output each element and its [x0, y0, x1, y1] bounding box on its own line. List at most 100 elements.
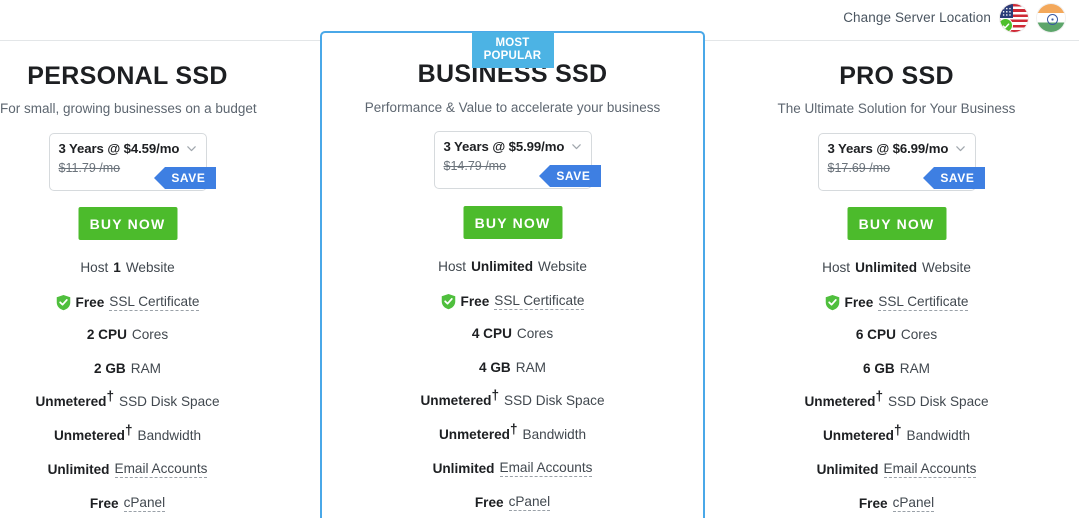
feature-text-emphasis: Unmetered†	[438, 420, 518, 442]
price-selector-business-ssd[interactable]: 3 Years @ $5.99/mo $14.79 /mo SAVE	[433, 131, 601, 189]
buy-now-button-personal-ssd[interactable]: BUY NOW	[78, 207, 177, 240]
chevron-down-icon[interactable]	[186, 141, 197, 159]
feature-item: 4 CPU Cores	[322, 326, 703, 341]
feature-text-post[interactable]: cPanel	[892, 495, 935, 512]
pricing-card-pro-ssd: PRO SSD The Ultimate Solution for Your Bu…	[760, 0, 1033, 518]
feature-item: Free cPanel	[322, 494, 703, 511]
price-term-label: 3 Years @ $5.99/mo	[443, 139, 565, 154]
feature-text-post: Website	[125, 260, 175, 275]
feature-text-post[interactable]: Email Accounts	[883, 461, 977, 478]
chevron-down-icon[interactable]	[571, 139, 582, 157]
dagger-footnote-marker: †	[124, 421, 133, 437]
feature-text-emphasis: Unmetered†	[53, 421, 133, 443]
feature-item: Host 1 Website	[0, 260, 255, 275]
feature-text-emphasis: Unlimited	[47, 462, 110, 477]
price-term-label: 3 Years @ $4.59/mo	[58, 141, 180, 156]
feature-text-emphasis: 6 GB	[863, 360, 895, 376]
most-popular-badge: MOST POPULAR	[471, 32, 554, 68]
feature-text-post[interactable]: Email Accounts	[499, 460, 593, 477]
plan-title-personal-ssd: PERSONAL SSD	[27, 62, 228, 90]
feature-text-post: Bandwidth	[137, 427, 202, 443]
feature-text-emphasis: Free	[75, 294, 105, 310]
feature-text-emphasis: Free	[89, 495, 119, 511]
feature-text-post: Bandwidth	[906, 427, 971, 443]
feature-text-emphasis: Free	[460, 293, 490, 309]
feature-text-post: Cores	[900, 327, 938, 342]
feature-item: Host Unlimited Website	[322, 259, 703, 274]
feature-text-emphasis: 1	[113, 260, 121, 275]
feature-text-emphasis: Unlimited	[816, 462, 879, 477]
feature-item: Free SSL Certificate	[0, 294, 255, 311]
pricing-card-business-ssd: MOST POPULAR BUSINESS SSD Performance & Val…	[320, 31, 705, 518]
feature-item: Host Unlimited Website	[760, 260, 1033, 275]
feature-item: Unlimited Email Accounts	[322, 460, 703, 477]
pricing-cards: PERSONAL SSD For small, growing businesse…	[0, 0, 1079, 518]
feature-item: Free cPanel	[0, 495, 255, 512]
feature-item: 6 CPU Cores	[760, 327, 1033, 342]
dagger-footnote-marker: †	[106, 388, 115, 404]
feature-text-post[interactable]: SSL Certificate	[109, 294, 200, 311]
feature-text-emphasis: Unmetered†	[35, 388, 115, 409]
price-term-row: 3 Years @ $4.59/mo	[59, 141, 197, 159]
feature-item: Unmetered† SSD Disk Space	[322, 387, 703, 408]
price-term-label: 3 Years @ $6.99/mo	[827, 141, 949, 156]
dagger-footnote-marker: †	[875, 388, 884, 404]
feature-item: Unmetered† SSD Disk Space	[0, 388, 255, 409]
feature-text-post: Website	[922, 260, 971, 275]
feature-text-post[interactable]: SSL Certificate	[494, 293, 585, 310]
price-selector-personal-ssd[interactable]: 3 Years @ $4.59/mo $11.79 /mo SAVE	[48, 133, 216, 191]
feature-text-post: RAM	[515, 359, 546, 375]
feature-text-post: RAM	[130, 360, 161, 376]
feature-text-post: SSD Disk Space	[504, 393, 605, 408]
feature-text-emphasis: Free	[858, 495, 888, 511]
feature-text-post: SSD Disk Space	[888, 394, 989, 409]
feature-text-emphasis: Unlimited	[432, 461, 495, 476]
feature-text-post: Cores	[131, 327, 169, 342]
feature-text-emphasis: Free	[844, 294, 874, 310]
feature-text-emphasis: Unlimited	[855, 260, 918, 275]
feature-text-pre: Host	[80, 260, 109, 275]
save-badge: SAVE	[154, 167, 216, 189]
feature-item: Free SSL Certificate	[760, 294, 1033, 311]
feature-text-post: Website	[538, 259, 587, 274]
plan-title-pro-ssd: PRO SSD	[839, 62, 954, 90]
feature-item: Free SSL Certificate	[322, 293, 703, 310]
price-term-row: 3 Years @ $5.99/mo	[444, 139, 582, 157]
feature-text-pre: Host	[438, 259, 467, 274]
feature-text-emphasis: 2 CPU	[86, 327, 127, 342]
feature-text-emphasis: Unmetered†	[420, 387, 500, 408]
shield-check-icon	[825, 294, 840, 311]
pricing-card-personal-ssd: PERSONAL SSD For small, growing businesse…	[0, 0, 257, 518]
feature-text-pre: Host	[822, 260, 851, 275]
feature-text-post: Cores	[516, 326, 554, 341]
feature-text-emphasis: 2 GB	[94, 360, 126, 376]
feature-text-emphasis: Unmetered†	[822, 421, 902, 443]
dagger-footnote-marker: †	[509, 420, 518, 436]
save-badge: SAVE	[923, 167, 985, 189]
feature-item: 6 GB RAM	[760, 361, 1033, 376]
feature-text-post: SSD Disk Space	[119, 394, 220, 409]
feature-item: 4 GB RAM	[322, 360, 703, 375]
price-selector-pro-ssd[interactable]: 3 Years @ $6.99/mo $17.69 /mo SAVE	[817, 133, 985, 191]
shield-check-icon	[441, 293, 456, 310]
feature-text-post[interactable]: cPanel	[123, 495, 166, 512]
feature-text-emphasis: 4 CPU	[471, 326, 512, 341]
feature-item: 2 GB RAM	[0, 361, 255, 376]
feature-item: Unlimited Email Accounts	[0, 461, 255, 478]
plan-subtitle-pro-ssd: The Ultimate Solution for Your Business	[777, 101, 1016, 116]
feature-item: Unmetered† Bandwidth	[760, 421, 1033, 443]
shield-check-icon	[56, 294, 71, 311]
dagger-footnote-marker: †	[893, 421, 902, 437]
feature-text-emphasis: Unmetered†	[804, 388, 884, 409]
feature-item: Unmetered† Bandwidth	[0, 421, 255, 443]
feature-item: Unmetered† Bandwidth	[322, 420, 703, 442]
buy-now-button-pro-ssd[interactable]: BUY NOW	[847, 207, 946, 240]
feature-item: Free cPanel	[760, 495, 1033, 512]
feature-text-emphasis: Unlimited	[471, 259, 534, 274]
buy-now-button-business-ssd[interactable]: BUY NOW	[463, 206, 562, 239]
feature-text-post[interactable]: Email Accounts	[114, 461, 208, 478]
feature-text-post[interactable]: SSL Certificate	[878, 294, 969, 311]
feature-item: 2 CPU Cores	[0, 327, 255, 342]
chevron-down-icon[interactable]	[955, 141, 966, 159]
feature-text-post[interactable]: cPanel	[508, 494, 551, 511]
